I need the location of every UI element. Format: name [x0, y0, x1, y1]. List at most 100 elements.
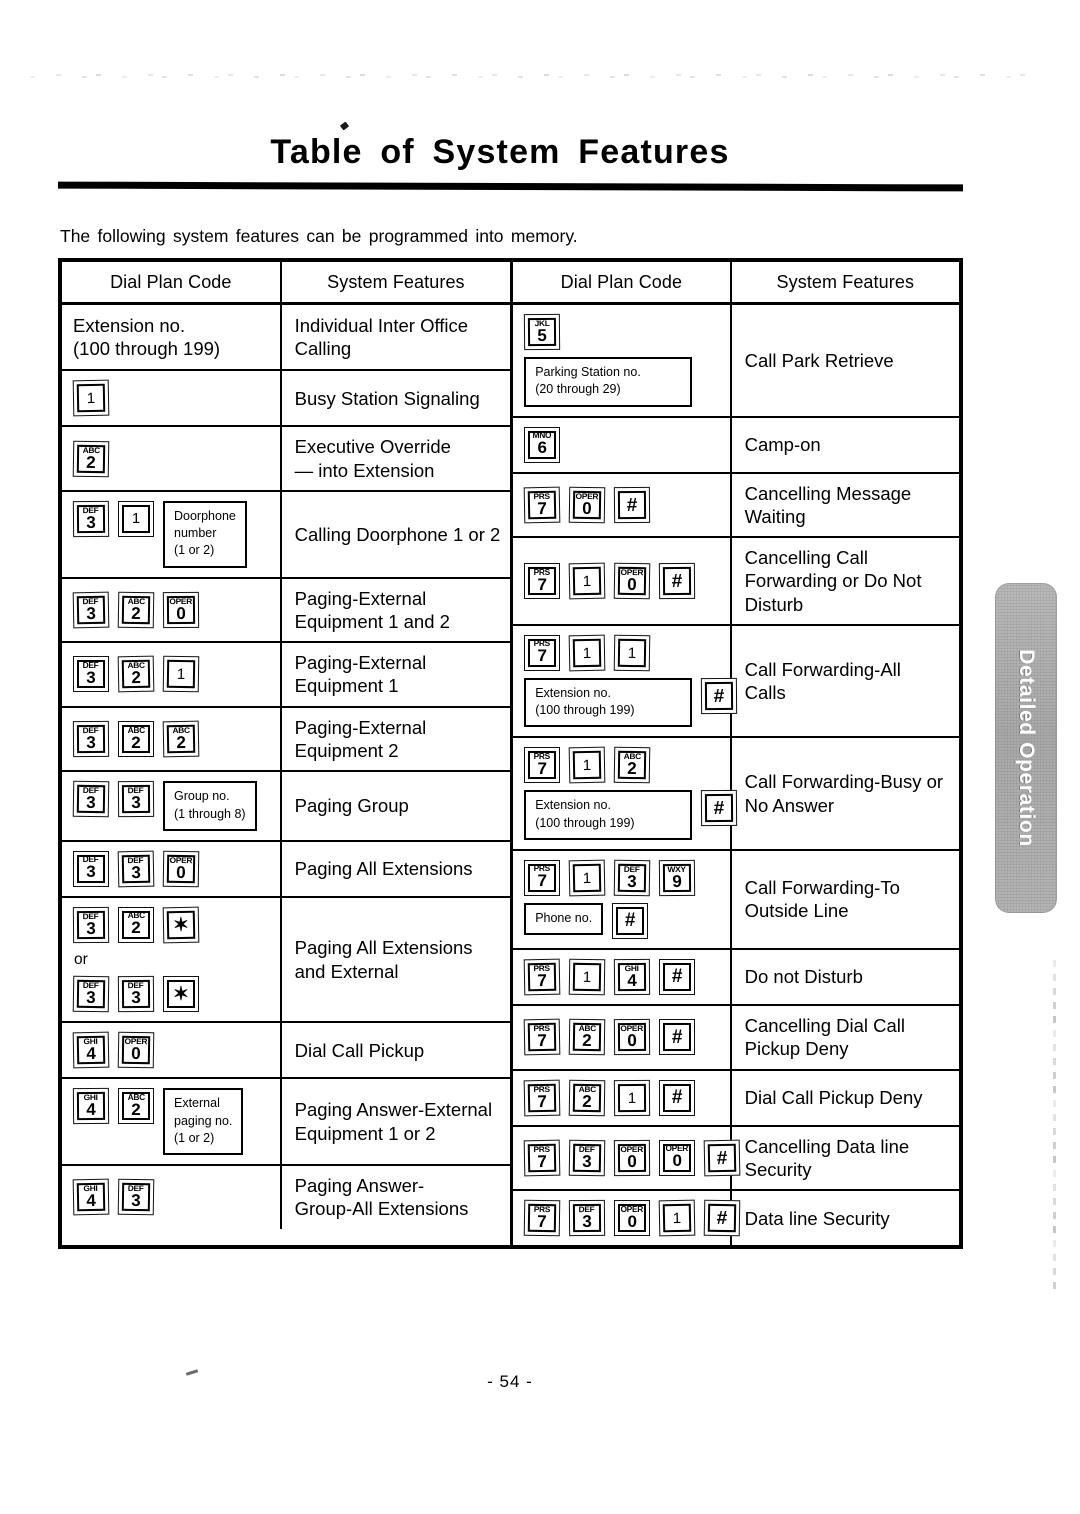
key-sequence-row: DEF 3 ABC 2 OPER 0: [72, 591, 280, 629]
feature-text-line: No Answer: [744, 794, 835, 816]
dial-plan-code-cell: PRS 7 1 ABC 2 Extension no. (100 through 199) #: [513, 738, 738, 849]
feature-text-line: Dial Call Pickup: [294, 1039, 425, 1061]
table-row: PRS 7 1 ABC 2 Extension no. (100 through 199) #…: [513, 738, 959, 851]
keypad-key-hash-icon: #: [659, 1079, 696, 1116]
page-number: - 54 -: [487, 1372, 533, 1391]
keypad-key-1: 1: [614, 1079, 651, 1116]
column-header-dial-plan-code-2: Dial Plan Code: [513, 262, 732, 302]
column-header-dial-plan-code: Dial Plan Code: [62, 262, 282, 302]
key-alpha-label: ABC: [127, 596, 145, 606]
key-digit-label: 3: [582, 1151, 593, 1171]
keypad-key-1: 1: [162, 656, 200, 693]
key-alpha-label: PRS: [533, 1083, 551, 1094]
key-digit-label: 7: [537, 1090, 548, 1111]
feature-text-line: Dial Call Pickup Deny: [744, 1086, 923, 1108]
system-feature-text: Call Forwarding-All Calls: [745, 658, 901, 705]
key-alpha-label: PRS: [534, 1204, 551, 1214]
system-feature-cell: Cancelling Data line Security: [732, 1127, 959, 1190]
keypad-key-4: GHI 4: [614, 958, 651, 996]
variable-entry-box: Group no. (1 through 8): [163, 781, 257, 831]
key-digit-label: 1: [86, 389, 96, 407]
keypad-key-hash-icon: #: [659, 1019, 696, 1056]
keypad-key-0: OPER 0: [614, 1019, 651, 1056]
key-alpha-label: GHI: [83, 1183, 98, 1194]
feature-text-line: Call Forwarding-Busy or: [744, 771, 944, 793]
key-digit-label: 5: [537, 325, 548, 345]
key-digit-label: 3: [131, 987, 141, 1007]
feature-text-line: — into Extension: [294, 459, 435, 481]
key-digit-label: 2: [131, 732, 141, 752]
key-digit-label: 3: [131, 792, 141, 812]
feature-text-line: Call Park Retrieve: [744, 349, 894, 371]
dial-plan-code-cell: GHI 4 ABC 2 External paging no. (1 or 2): [62, 1079, 282, 1165]
keypad-key-2: ABC 2: [117, 656, 155, 693]
key-alpha-label: DEF: [127, 785, 144, 795]
system-feature-text: Paging Group: [295, 794, 409, 817]
key-digit-label: 7: [537, 498, 548, 518]
key-digit-label: 1: [627, 644, 637, 662]
system-feature-cell: Individual Inter Office Calling: [282, 305, 511, 369]
keypad-key-hash-icon: #: [703, 1139, 741, 1177]
keypad-key-2: ABC 2: [118, 906, 154, 943]
variable-entry-line: (100 through 199): [535, 703, 635, 718]
key-alpha-label: PRS: [533, 491, 551, 501]
keypad-key-0: OPER 0: [117, 1032, 155, 1069]
table-row: PRS 7 1 GHI 4 # Do not Disturb: [513, 949, 959, 1006]
keypad-key-2: ABC 2: [162, 720, 200, 758]
key-alpha-label: ABC: [127, 911, 145, 921]
key-sequence-row: PRS 7 1 OPER 0 #: [524, 562, 729, 600]
key-digit-label: 7: [537, 1151, 548, 1171]
key-sequence-row: 1: [72, 379, 280, 417]
key-digit-label: 4: [627, 970, 638, 990]
system-feature-text: Call Forwarding-Busy or No Answer: [745, 770, 943, 817]
variable-entry-box: Phone no.: [524, 902, 604, 936]
keypad-key-7: PRS 7: [523, 1079, 561, 1116]
key-digit-label: 1: [627, 1089, 637, 1107]
keypad-key-3: DEF 3: [117, 1179, 155, 1216]
key-sequence-row: PRS 7 OPER 0 #: [523, 486, 729, 524]
system-feature-cell: Paging-External Equipment 2: [282, 708, 511, 771]
feature-text-line: Security: [744, 1158, 812, 1180]
keypad-key-hash-icon: #: [703, 1199, 741, 1237]
section-thumb-tab: Detailed Operation: [995, 583, 1057, 913]
system-feature-cell: Do not Disturb: [732, 950, 959, 1004]
variable-entry-box: Extension no. (100 through 199): [524, 790, 693, 840]
key-alpha-label: OPER: [620, 1023, 644, 1033]
key-sequence-row: PRS 7 1 1: [524, 634, 729, 672]
system-feature-cell: Cancelling Message Waiting: [732, 474, 959, 537]
key-alpha-label: GHI: [83, 1036, 98, 1047]
table-row: Extension no. (100 through 199) Individual…: [62, 305, 511, 372]
key-alpha-label: OPER: [620, 567, 644, 577]
keypad-key-4: GHI 4: [72, 1088, 110, 1125]
table-row: PRS 7 DEF 3 OPER 0 OPER 0 # Cancelling Data line S…: [513, 1126, 959, 1192]
keypad-key-3: DEF 3: [72, 591, 110, 629]
key-sequence-row: DEF 3 1 Doorphone number (1 or 2): [72, 500, 280, 568]
key-digit-label: 1: [582, 869, 592, 887]
key-digit-label: 2: [176, 732, 186, 752]
keypad-key-7: PRS 7: [523, 486, 561, 524]
keypad-key-3: DEF 3: [73, 656, 109, 693]
key-alpha-label: OPER: [620, 1144, 644, 1154]
key-alpha-label: ABC: [578, 1083, 597, 1094]
key-symbol: #: [671, 570, 683, 592]
keypad-key-3: DEF 3: [613, 859, 651, 897]
key-alpha-label: DEF: [82, 505, 99, 515]
feature-text-line: Disturb: [744, 593, 804, 615]
keypad-key-1: 1: [613, 634, 651, 672]
ink-fleck-artifact: [339, 121, 350, 131]
table-right-body: JKL 5 Parking Station no. (20 through 29) Ca…: [513, 305, 959, 1246]
key-digit-label: 2: [627, 758, 638, 779]
key-sequence-row: PRS 7 ABC 2 OPER 0 #: [523, 1018, 729, 1056]
keypad-key-1: 1: [72, 379, 110, 417]
key-symbol: #: [671, 1087, 683, 1109]
key-sequence-row: GHI 4 DEF 3: [72, 1179, 280, 1216]
key-alpha-label: JKL: [534, 318, 550, 328]
dial-plan-code-cell: GHI 4 OPER 0: [62, 1023, 282, 1078]
feature-text-line: Equipment 1 or 2: [294, 1122, 436, 1144]
table-header-row-left: Dial Plan Code System Features: [62, 262, 511, 305]
key-digit-label: 0: [672, 1151, 682, 1171]
key-digit-label: 2: [131, 918, 141, 938]
dial-plan-code-cell: PRS 7 ABC 2 1 #: [513, 1070, 732, 1125]
variable-entry-line: Parking Station no.: [535, 365, 641, 379]
feature-text-line: Paging-External: [294, 652, 427, 674]
